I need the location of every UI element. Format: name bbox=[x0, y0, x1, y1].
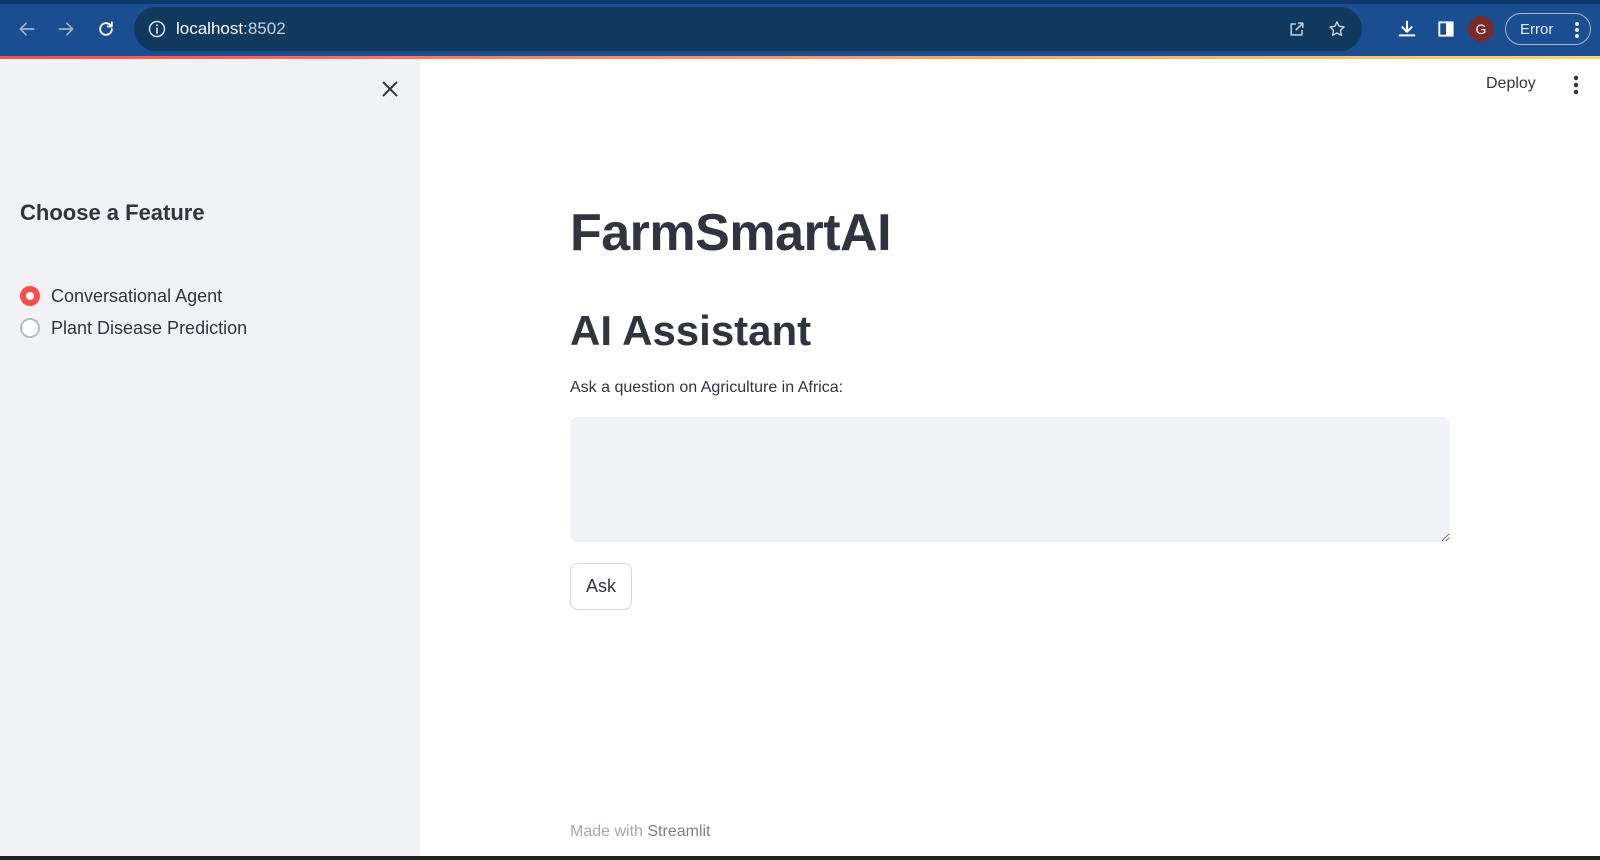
radio-selected-icon[interactable] bbox=[20, 286, 40, 306]
error-label: Error bbox=[1520, 20, 1554, 38]
close-sidebar-button[interactable] bbox=[378, 77, 402, 101]
page-title: FarmSmartAI bbox=[570, 204, 892, 262]
main-content: Deploy FarmSmartAI AI Assistant Ask a qu… bbox=[420, 59, 1600, 860]
question-input[interactable] bbox=[570, 417, 1450, 542]
sidebar-title: Choose a Feature bbox=[20, 200, 205, 225]
section-title: AI Assistant bbox=[570, 307, 812, 354]
sidebar: Choose a Feature Conversational Agent Pl… bbox=[0, 59, 420, 860]
tab-strip bbox=[0, 0, 1600, 4]
star-icon[interactable] bbox=[1322, 14, 1352, 44]
radio-option-conversational-agent[interactable]: Conversational Agent bbox=[20, 280, 247, 312]
radio-label: Conversational Agent bbox=[51, 285, 223, 306]
url-port: :8502 bbox=[243, 19, 286, 38]
question-label: Ask a question on Agriculture in Africa: bbox=[570, 379, 844, 396]
window-bottom-edge bbox=[0, 856, 1600, 860]
more-vert-icon bbox=[1573, 75, 1579, 95]
radio-option-plant-disease-prediction[interactable]: Plant Disease Prediction bbox=[20, 312, 247, 344]
feature-radio-group: Conversational Agent Plant Disease Predi… bbox=[20, 280, 247, 344]
download-icon bbox=[1398, 20, 1416, 37]
address-bar[interactable]: localhost:8502 bbox=[134, 7, 1362, 51]
close-icon bbox=[382, 81, 398, 97]
radio-unselected-icon[interactable] bbox=[20, 318, 40, 338]
info-icon[interactable] bbox=[146, 18, 168, 40]
url-host: localhost bbox=[176, 19, 244, 38]
back-button[interactable] bbox=[10, 12, 44, 46]
deploy-button[interactable]: Deploy bbox=[1486, 75, 1536, 93]
error-button[interactable]: Error bbox=[1505, 13, 1591, 45]
footer: Made with Streamlit bbox=[570, 823, 711, 841]
side-panel-button[interactable] bbox=[1431, 14, 1461, 44]
forward-icon bbox=[58, 22, 74, 36]
reload-icon bbox=[99, 21, 113, 36]
profile-avatar[interactable]: G bbox=[1468, 16, 1494, 42]
footer-prefix: Made with bbox=[570, 823, 643, 840]
radio-label: Plant Disease Prediction bbox=[51, 317, 248, 338]
forward-button[interactable] bbox=[49, 12, 83, 46]
streamlit-link[interactable]: Streamlit bbox=[647, 823, 710, 840]
share-icon[interactable] bbox=[1282, 14, 1312, 44]
browser-toolbar: localhost:8502 G Error bbox=[0, 0, 1600, 56]
sidebar-icon bbox=[1438, 21, 1454, 37]
url-text: localhost:8502 bbox=[176, 19, 286, 39]
back-icon bbox=[19, 22, 35, 36]
reload-button[interactable] bbox=[89, 12, 123, 46]
more-vert-icon bbox=[1575, 22, 1579, 38]
download-button[interactable] bbox=[1392, 14, 1422, 44]
ask-button[interactable]: Ask bbox=[570, 563, 632, 610]
main-menu-button[interactable] bbox=[1566, 73, 1586, 97]
streamlit-app: Choose a Feature Conversational Agent Pl… bbox=[0, 59, 1600, 860]
